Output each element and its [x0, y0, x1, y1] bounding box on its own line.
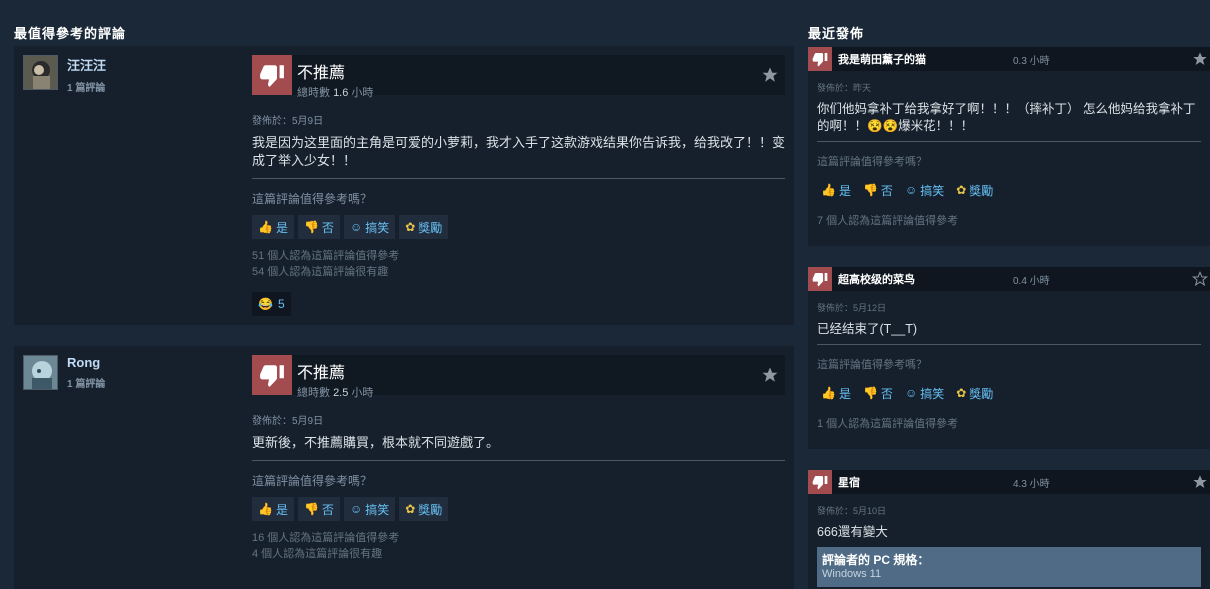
thumbs-down-icon [252, 55, 292, 95]
thumbs-up-icon: 👍 [821, 386, 836, 400]
recent-review-card: 我是萌田薰子的猫 0.3 小時 發佈於：昨天 你们他妈拿补丁给我拿好了啊！！！（… [808, 47, 1210, 246]
helpful-question: 這篇評論值得參考嗎？ [252, 474, 373, 488]
star-icon[interactable] [1192, 474, 1208, 495]
vote-funny-button[interactable]: ☺ 搞笑 [343, 497, 396, 521]
recent-hours: 0.3 小時 [1013, 55, 1050, 67]
smile-icon: ☺ [904, 386, 918, 400]
helpful-count: 51 個人認為這篇評論值得參考 [252, 250, 400, 262]
review-author[interactable]: 汪汪汪 1 篇評論 [23, 55, 106, 94]
pc-specs: 評論者的 PC 規格： Windows 11 [817, 547, 1201, 587]
star-icon[interactable] [1192, 51, 1208, 72]
review-content: 666還有變大 [817, 525, 888, 539]
pc-specs-title: 評論者的 PC 規格： [822, 553, 930, 567]
review-card: 汪汪汪 1 篇評論 不推薦 總時數 1.6 小時 發佈於：5月9日 我是因为这里… [14, 46, 794, 325]
vote-funny-button[interactable]: ☺ 搞笑 [343, 215, 396, 239]
thumbs-up-icon: 👍 [821, 183, 836, 197]
helpful-question: 這篇評論值得參考嗎？ [817, 156, 927, 168]
verdict: 不推薦 [297, 365, 346, 382]
thumbs-down-icon [808, 47, 832, 71]
vote-yes-button[interactable]: 👍 是 [252, 497, 294, 521]
star-icon[interactable] [761, 366, 779, 389]
funny-count: 54 個人認為這篇評論很有趣 [252, 266, 389, 278]
recent-review-header[interactable]: 我是萌田薰子的猫 0.3 小時 [808, 47, 1210, 71]
avatar[interactable] [23, 355, 58, 390]
posted-date: 發佈於：5月12日 [817, 303, 887, 313]
vote-funny-button[interactable]: ☺ 搞笑 [901, 179, 948, 201]
review-card: Rong 1 篇評論 不推薦 總時數 2.5 小時 發佈於：5月9日 更新後，不… [14, 346, 794, 589]
recent-review-header[interactable]: 超高校级的菜鸟 0.4 小時 [808, 267, 1210, 291]
author-review-count[interactable]: 1 篇評論 [67, 375, 105, 390]
thumbs-down-icon [252, 355, 292, 395]
vote-yes-button[interactable]: 👍 是 [817, 382, 855, 404]
hours-played: 總時數 2.5 小時 [297, 387, 374, 399]
funny-count: 4 個人認為這篇評論很有趣 [252, 548, 383, 560]
recent-author[interactable]: 我是萌田薰子的猫 [838, 51, 1013, 67]
author-name[interactable]: Rong [67, 355, 105, 370]
vote-header[interactable]: 不推薦 總時數 1.6 小時 [252, 55, 785, 99]
recent-review-card: 星宿 4.3 小時 發佈於：5月10日 666還有變大 評論者的 PC 規格： … [808, 470, 1210, 589]
vote-header[interactable]: 不推薦 總時數 2.5 小時 [252, 355, 785, 399]
vote-no-button[interactable]: 👎 否 [859, 179, 897, 201]
verdict: 不推薦 [297, 65, 346, 82]
award-button[interactable]: ✿ 獎勵 [399, 497, 449, 521]
helpful-question: 這篇評論值得參考嗎？ [252, 192, 373, 206]
recent-author[interactable]: 星宿 [838, 474, 1013, 490]
review-content: 更新後，不推薦購買，根本就不同遊戲了。 [252, 434, 785, 461]
thumbs-down-icon [808, 470, 832, 494]
posted-date: 發佈於：5月9日 [252, 116, 324, 127]
award-icon: ✿ [405, 220, 416, 234]
thumbs-down-icon: 👎 [862, 386, 878, 400]
star-icon[interactable] [761, 66, 779, 89]
helpful-count: 16 個人認為這篇評論值得參考 [252, 532, 400, 544]
award-button[interactable]: ✿ 獎勵 [952, 382, 997, 404]
recent-title: 最近發佈 [808, 26, 865, 41]
smile-icon: ☺ [349, 220, 363, 234]
pc-specs-os: Windows 11 [822, 568, 882, 580]
vote-yes-button[interactable]: 👍 是 [817, 179, 855, 201]
most-helpful-title: 最值得參考的評論 [14, 26, 127, 41]
smile-icon: ☺ [904, 183, 918, 197]
recent-review-header[interactable]: 星宿 4.3 小時 [808, 470, 1210, 494]
award-button[interactable]: ✿ 獎勵 [952, 179, 997, 201]
vote-funny-button[interactable]: ☺ 搞笑 [901, 382, 948, 404]
vote-no-button[interactable]: 👎 否 [297, 497, 340, 521]
thumbs-down-icon: 👎 [862, 183, 878, 197]
review-content: 我是因为这里面的主角是可爱的小萝莉，我才入手了这款游戏结果你告诉我，给我改了！！… [252, 134, 785, 179]
author-name[interactable]: 汪汪汪 [67, 55, 106, 74]
thumbs-up-icon: 👍 [258, 220, 273, 234]
thumbs-up-icon: 👍 [258, 502, 273, 516]
posted-date: 發佈於：5月9日 [252, 416, 324, 427]
hours-played: 總時數 1.6 小時 [297, 87, 374, 99]
award-icon: ✿ [956, 183, 967, 197]
star-outline-icon[interactable] [1191, 271, 1209, 292]
laugh-icon: 😂 [258, 297, 273, 311]
posted-date: 發佈於：昨天 [817, 83, 872, 93]
thumbs-down-icon: 👎 [303, 220, 319, 234]
helpful-count: 1 個人認為這篇評論值得參考 [817, 418, 959, 430]
review-content: 已经结束了(T__T) [817, 321, 1201, 345]
review-author[interactable]: Rong 1 篇評論 [23, 355, 105, 390]
reaction-award[interactable]: 😂 5 [252, 292, 291, 316]
vote-yes-button[interactable]: 👍 是 [252, 215, 294, 239]
smile-icon: ☺ [349, 502, 363, 516]
thumbs-down-icon: 👎 [303, 502, 319, 516]
helpful-question: 這篇評論值得參考嗎？ [817, 359, 927, 371]
recent-author[interactable]: 超高校级的菜鸟 [838, 271, 1013, 287]
award-icon: ✿ [405, 502, 416, 516]
recent-hours: 0.4 小時 [1013, 275, 1050, 287]
posted-date: 發佈於：5月10日 [817, 506, 887, 516]
award-button[interactable]: ✿ 獎勵 [399, 215, 449, 239]
vote-no-button[interactable]: 👎 否 [859, 382, 897, 404]
vote-no-button[interactable]: 👎 否 [297, 215, 340, 239]
helpful-count: 7 個人認為這篇評論值得參考 [817, 215, 959, 227]
recent-hours: 4.3 小時 [1013, 478, 1050, 490]
author-review-count[interactable]: 1 篇評論 [67, 79, 106, 94]
thumbs-down-icon [808, 267, 832, 291]
review-content: 你们他妈拿补丁给我拿好了啊！！！（摔补丁） 怎么他妈给我拿补丁的啊！！😵😵爆米花… [817, 101, 1201, 142]
avatar[interactable] [23, 55, 58, 90]
recent-review-card: 超高校级的菜鸟 0.4 小時 發佈於：5月12日 已经结束了(T__T) 這篇評… [808, 267, 1210, 449]
award-icon: ✿ [956, 386, 967, 400]
